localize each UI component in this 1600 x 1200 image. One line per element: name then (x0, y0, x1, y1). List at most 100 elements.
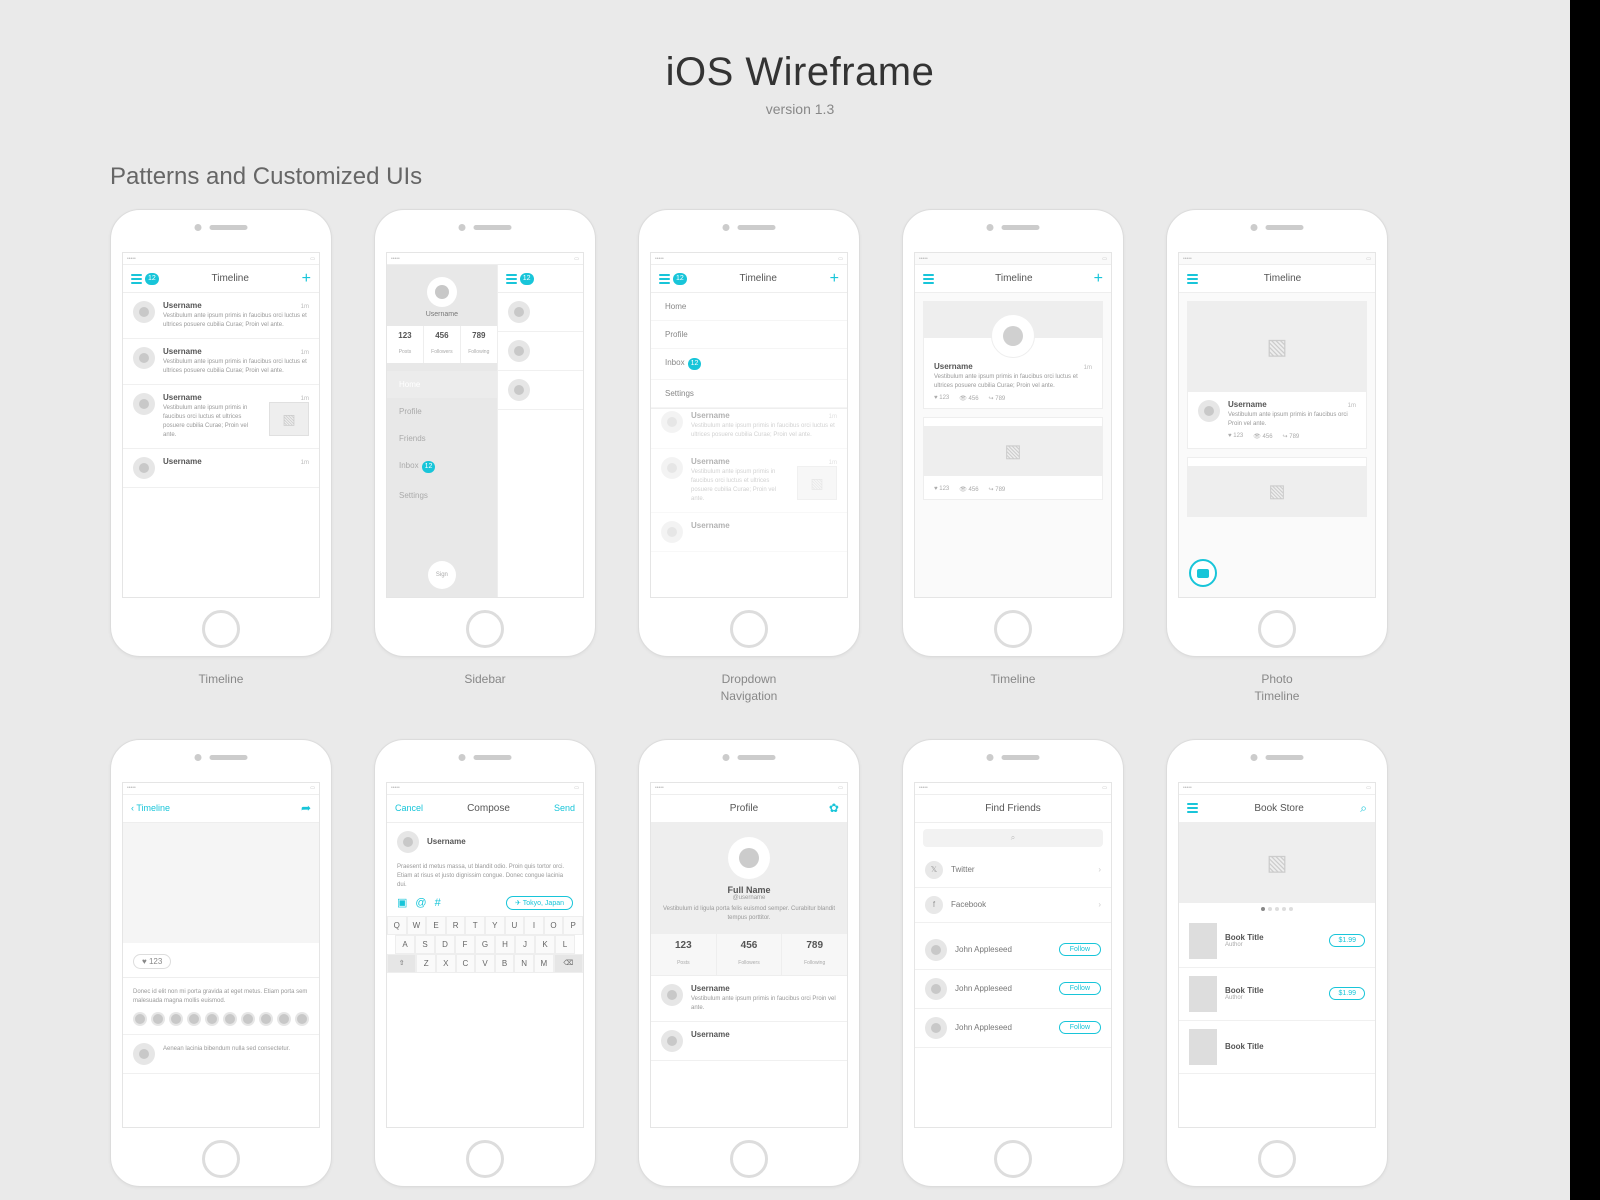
shift-key: ⇧ (387, 954, 416, 973)
sidebar-item-profile[interactable]: Profile (387, 398, 497, 425)
wireframe-profile: •••••▭ Profile ✿ Full Name @username Ves… (638, 739, 860, 1187)
timeline-card[interactable]: Username1m Vestibulum ante ipsum primis … (923, 301, 1103, 409)
stat-following[interactable]: 789Following (782, 934, 847, 975)
home-button[interactable] (730, 1140, 768, 1178)
timeline-post[interactable]: Username1mVestibulum ante ipsum primis i… (123, 339, 319, 385)
photo-card[interactable]: ▧ Username1mVestibulum ante ipsum primis… (1187, 301, 1367, 449)
hero-image: ▧ (1179, 823, 1375, 903)
contact-row[interactable]: John AppleseedFollow (915, 1009, 1111, 1048)
stat-posts[interactable]: 123Posts (387, 326, 424, 363)
home-button[interactable] (466, 610, 504, 648)
home-button[interactable] (466, 1140, 504, 1178)
sidebar-item-friends[interactable]: Friends (387, 425, 497, 452)
home-button[interactable] (202, 1140, 240, 1178)
home-button[interactable] (730, 610, 768, 648)
add-button[interactable]: + (1094, 270, 1103, 288)
cancel-button[interactable]: Cancel (395, 803, 423, 813)
caption: Dropdown Navigation (721, 671, 778, 705)
version-label: version 1.3 (110, 101, 1490, 117)
send-button[interactable]: Send (554, 803, 575, 813)
dropdown-item-profile[interactable]: Profile (651, 321, 847, 349)
stat-following[interactable]: 789Following (461, 326, 497, 363)
follow-button[interactable]: Follow (1059, 943, 1101, 956)
book-row[interactable]: Book TitleAuthor$1.99 (1179, 915, 1375, 968)
pushed-content: 12Ti (497, 265, 584, 597)
timeline-post[interactable]: Username1mVestibulum ante ipsum primis i… (123, 385, 319, 449)
search-button[interactable]: ⌕ (1360, 801, 1367, 816)
book-thumbnail (1189, 923, 1217, 959)
mention-icon[interactable]: @ (415, 897, 426, 909)
add-button[interactable]: + (302, 270, 311, 288)
wireframe-compose: •••••▭ Cancel Compose Send Username Prae… (374, 739, 596, 1187)
keyboard[interactable]: QWERTYUIOP ASDFGHJKL ⇧ZXCVBNM⌫ (387, 916, 583, 973)
stat-posts[interactable]: 123Posts (651, 934, 717, 975)
timeline-post[interactable]: Username1m (123, 449, 319, 488)
hashtag-icon[interactable]: # (435, 897, 441, 909)
price-button[interactable]: $1.99 (1329, 987, 1365, 1000)
caption: Photo Timeline (1255, 671, 1300, 705)
home-button[interactable] (1258, 610, 1296, 648)
camera-icon[interactable]: ▣ (397, 896, 407, 909)
menu-button[interactable] (1187, 803, 1198, 813)
add-button[interactable]: + (830, 270, 839, 288)
social-twitter[interactable]: 𝕏Twitter› (915, 853, 1111, 888)
menu-button[interactable]: 12 (131, 273, 159, 285)
home-button[interactable] (994, 1140, 1032, 1178)
sidebar-item-settings[interactable]: Settings (387, 482, 497, 509)
search-input[interactable]: ⌕ (923, 829, 1103, 847)
stat-followers[interactable]: 456Followers (717, 934, 783, 975)
price-button[interactable]: $1.99 (1329, 934, 1365, 947)
share-button[interactable]: ➦ (301, 801, 311, 815)
page-title: iOS Wireframe (110, 50, 1490, 95)
reaction-avatars (133, 1012, 309, 1026)
home-button[interactable] (1258, 1140, 1296, 1178)
image-icon: ▧ (1188, 302, 1366, 392)
avatar-icon (991, 314, 1035, 358)
wireframe-sidebar: •••••▭ 12Ti Username 123Posts (374, 209, 596, 657)
follow-button[interactable]: Follow (1059, 1021, 1101, 1034)
book-row[interactable]: Book TitleAuthor$1.99 (1179, 968, 1375, 1021)
status-bar: •••••▭ (123, 253, 319, 265)
wireframe-book-store: •••••▭ Book Store ⌕ ▧ Book TitleAuthor$1… (1166, 739, 1388, 1187)
like-count[interactable]: ♥ 123 (133, 954, 171, 969)
dropdown-item-inbox[interactable]: Inbox12 (651, 349, 847, 380)
sidebar-item-inbox[interactable]: Inbox12 (387, 452, 497, 482)
caption: Timeline (199, 671, 244, 688)
facebook-icon: f (925, 896, 943, 914)
dropdown-item-settings[interactable]: Settings (651, 380, 847, 408)
menu-button[interactable] (1187, 274, 1198, 284)
camera-fab[interactable] (1189, 559, 1217, 587)
stat-followers[interactable]: 456Followers (424, 326, 461, 363)
caption: Sidebar (464, 671, 505, 688)
image-icon: ▧ (924, 426, 1102, 476)
dropdown-item-home[interactable]: Home (651, 293, 847, 321)
photo-card[interactable]: ▧ (1187, 457, 1367, 517)
contact-row[interactable]: John AppleseedFollow (915, 970, 1111, 1009)
follow-button[interactable]: Follow (1059, 982, 1101, 995)
social-facebook[interactable]: fFacebook› (915, 888, 1111, 923)
timeline-post[interactable]: Username1mVestibulum ante ipsum primis i… (123, 293, 319, 339)
sidebar-item-home[interactable]: Home (387, 371, 497, 398)
home-button[interactable] (202, 610, 240, 648)
logout-button[interactable]: Sign (428, 561, 456, 589)
book-row[interactable]: Book Title (1179, 1021, 1375, 1074)
menu-button[interactable]: 12 (659, 273, 687, 285)
window-edge (1570, 0, 1600, 1200)
home-button[interactable] (994, 610, 1032, 648)
wireframe-detail: •••••▭ ‹ Timeline ➦ ♥ 123 Donec id elit … (110, 739, 332, 1187)
timeline-card[interactable]: ▧ ♥ 123👁 456↪ 789 (923, 417, 1103, 500)
back-button[interactable]: ‹ Timeline (131, 803, 170, 813)
section-heading: Patterns and Customized UIs (110, 163, 1490, 191)
contact-row[interactable]: John AppleseedFollow (915, 931, 1111, 970)
menu-button[interactable] (923, 274, 934, 284)
dropdown-menu: Home Profile Inbox12 Settings (651, 293, 847, 409)
wireframe-timeline: •••••▭ 12 Timeline + Username1mVestibulu… (110, 209, 332, 657)
avatar-icon (133, 301, 155, 323)
location-pill[interactable]: ✈ Tokyo, Japan (506, 896, 573, 910)
nav-title: Timeline (212, 273, 249, 284)
wireframe-dropdown: •••••▭ 12 Timeline + Username1mVestibulu… (638, 209, 860, 657)
settings-button[interactable]: ✿ (829, 801, 839, 815)
compose-text[interactable]: Praesent id metus massa, ut blandit odio… (387, 863, 583, 890)
comment-text: Donec id elit non mi porta gravida at eg… (133, 988, 309, 1006)
profile-handle: @username (661, 895, 837, 901)
